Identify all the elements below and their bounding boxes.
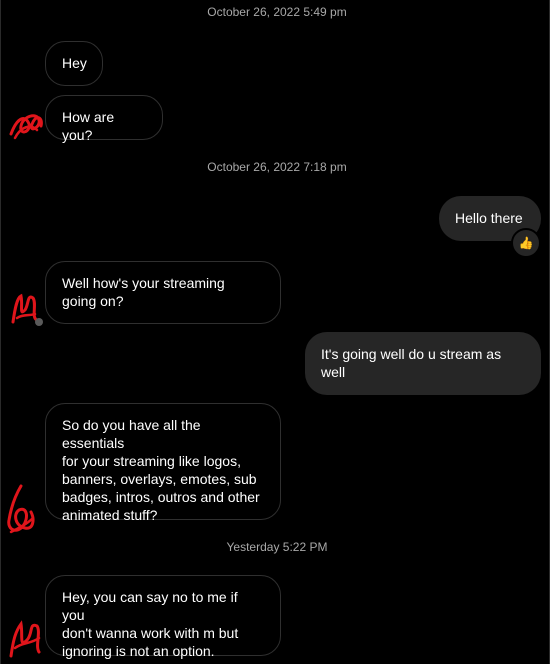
redacted-avatar-scribble — [7, 484, 35, 534]
incoming-message-bubble[interactable]: Well how's your streaming going on? — [45, 261, 281, 324]
timestamp-divider: Yesterday 5:22 PM — [226, 540, 328, 554]
redacted-avatar-scribble — [9, 620, 41, 658]
thumbs-up-reaction-icon[interactable]: 👍 — [511, 228, 541, 258]
incoming-message-bubble[interactable]: Hey — [45, 41, 103, 86]
redacted-avatar-scribble — [9, 114, 43, 140]
redacted-avatar-scribble — [11, 293, 43, 326]
timestamp-divider: October 26, 2022 5:49 pm — [207, 5, 347, 19]
timestamp-divider: October 26, 2022 7:18 pm — [207, 160, 347, 174]
chat-thread: October 26, 2022 5:49 pm Hey How are you… — [0, 0, 550, 664]
incoming-message-bubble[interactable]: So do you have all the essentials for yo… — [45, 403, 281, 523]
incoming-message-bubble[interactable]: How are you? — [45, 95, 163, 143]
outgoing-message-bubble[interactable]: It's going well do u stream as well — [305, 332, 541, 395]
incoming-message-bubble[interactable]: Hey, you can say no to me if you don't w… — [45, 575, 281, 659]
